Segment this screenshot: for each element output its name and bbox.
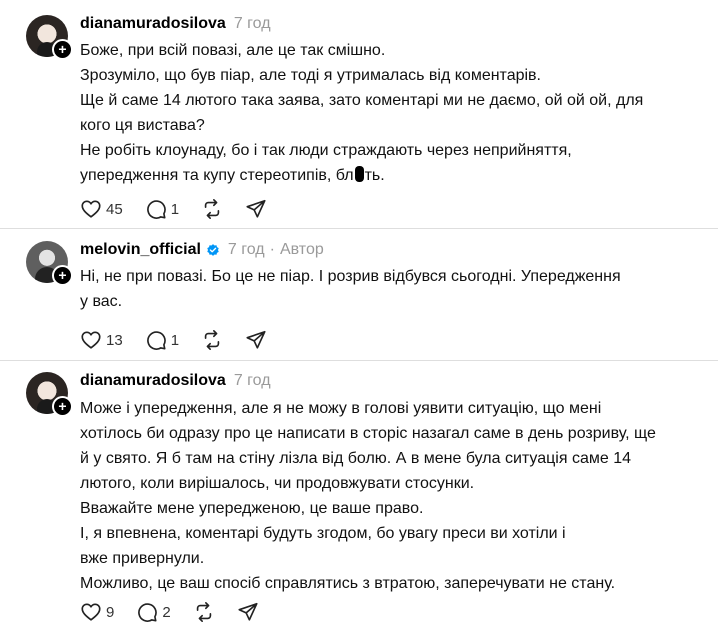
timestamp[interactable]: 7 год [234,372,271,390]
like-button[interactable]: 9 [80,601,114,623]
body-line: Ні, не при повазі. Бо це не піар. І розр… [80,268,621,285]
timestamp[interactable]: 7 год [234,15,271,33]
post-header: melovin_official 7 год · Автор [80,239,324,261]
avatar-wrap[interactable]: + [26,15,73,60]
reply-button[interactable]: 2 [136,601,171,623]
reply-count: 1 [170,200,180,218]
avatar-wrap[interactable]: + [26,372,73,417]
share-icon [246,199,266,218]
post-body: Боже, при всій повазі, але це так смішно… [80,38,643,188]
username[interactable]: dianamuradosilova [80,15,226,33]
body-line: кого ця вистава? [80,117,205,134]
share-icon [246,330,266,349]
action-bar: 13 1 [80,328,289,352]
like-count: 9 [106,603,115,621]
body-line: упередження та купу стереотипів, бл ть. [80,163,643,188]
post-body: Може і упередження, але я не можу в голо… [80,396,656,596]
body-line: у вас. [80,293,123,310]
body-line: Може і упередження, але я не можу в голо… [80,400,602,417]
reply-count: 2 [162,603,171,621]
like-button[interactable]: 13 [80,329,123,351]
repost-button[interactable] [201,198,223,220]
reply-button[interactable]: 1 [145,329,179,351]
body-line: Не робіть клоунаду, бо і так люди стражд… [80,142,572,159]
redaction-mark [354,166,364,182]
body-line: Можливо, це ваш спосіб справлятись з втр… [80,575,616,592]
username[interactable]: dianamuradosilova [80,372,226,390]
body-line: вже привернули. [80,550,205,567]
repost-button[interactable] [193,601,215,623]
comment-icon [146,331,166,350]
repost-button[interactable] [201,329,223,351]
body-line: хотілось би одразу про це написати в сто… [80,425,656,442]
body-fragment: упередження та купу стереотипів, бл [80,167,354,184]
post-header: dianamuradosilova 7 год [80,13,271,35]
repost-icon [204,330,220,350]
repost-icon [196,602,211,622]
divider [0,360,718,361]
comment-icon [138,603,158,622]
post-body: Ні, не при повазі. Бо це не піар. І розр… [80,264,621,314]
follow-plus-icon[interactable]: + [52,396,73,417]
follow-plus-icon[interactable]: + [52,265,73,286]
username[interactable]: melovin_official [80,241,201,259]
share-icon [238,602,258,621]
like-button[interactable]: 45 [80,198,123,220]
share-button[interactable] [245,198,267,220]
timestamp[interactable]: 7 год [228,241,265,259]
action-bar: 45 1 [80,197,289,221]
body-line: Боже, при всій повазі, але це так смішно… [80,42,386,59]
like-count: 45 [106,200,123,218]
body-line: Зрозуміло, що був піар, але тоді я утрим… [80,67,541,84]
avatar-wrap[interactable]: + [26,241,73,286]
follow-plus-icon[interactable]: + [52,39,73,60]
body-line: І, я впевнена, коментарі будуть згодом, … [80,525,566,542]
body-line: лютого, коли вирішалось, чи продовжувати… [80,475,475,492]
reply-button[interactable]: 1 [145,198,179,220]
body-fragment: ть. [364,167,385,184]
comment-icon [146,200,166,219]
divider [0,228,718,229]
heart-icon [81,603,101,621]
share-button[interactable] [237,601,259,623]
repost-icon [204,199,220,219]
body-line: Ще й саме 14 лютого така заява, зато ком… [80,92,644,109]
verified-badge-icon [207,244,219,256]
separator-dot: · [269,241,275,258]
heart-icon [81,331,101,349]
body-line: Вважайте мене упередженою, це ваше право… [80,500,424,517]
heart-icon [81,200,101,218]
reply-count: 1 [170,331,180,349]
author-label: Автор [279,241,324,258]
post-header: dianamuradosilova 7 год [80,370,271,392]
body-line: й у свято. Я б там на стіну лізла від бо… [80,450,632,467]
action-bar: 9 2 [80,600,281,624]
like-count: 13 [106,331,123,349]
share-button[interactable] [245,329,267,351]
